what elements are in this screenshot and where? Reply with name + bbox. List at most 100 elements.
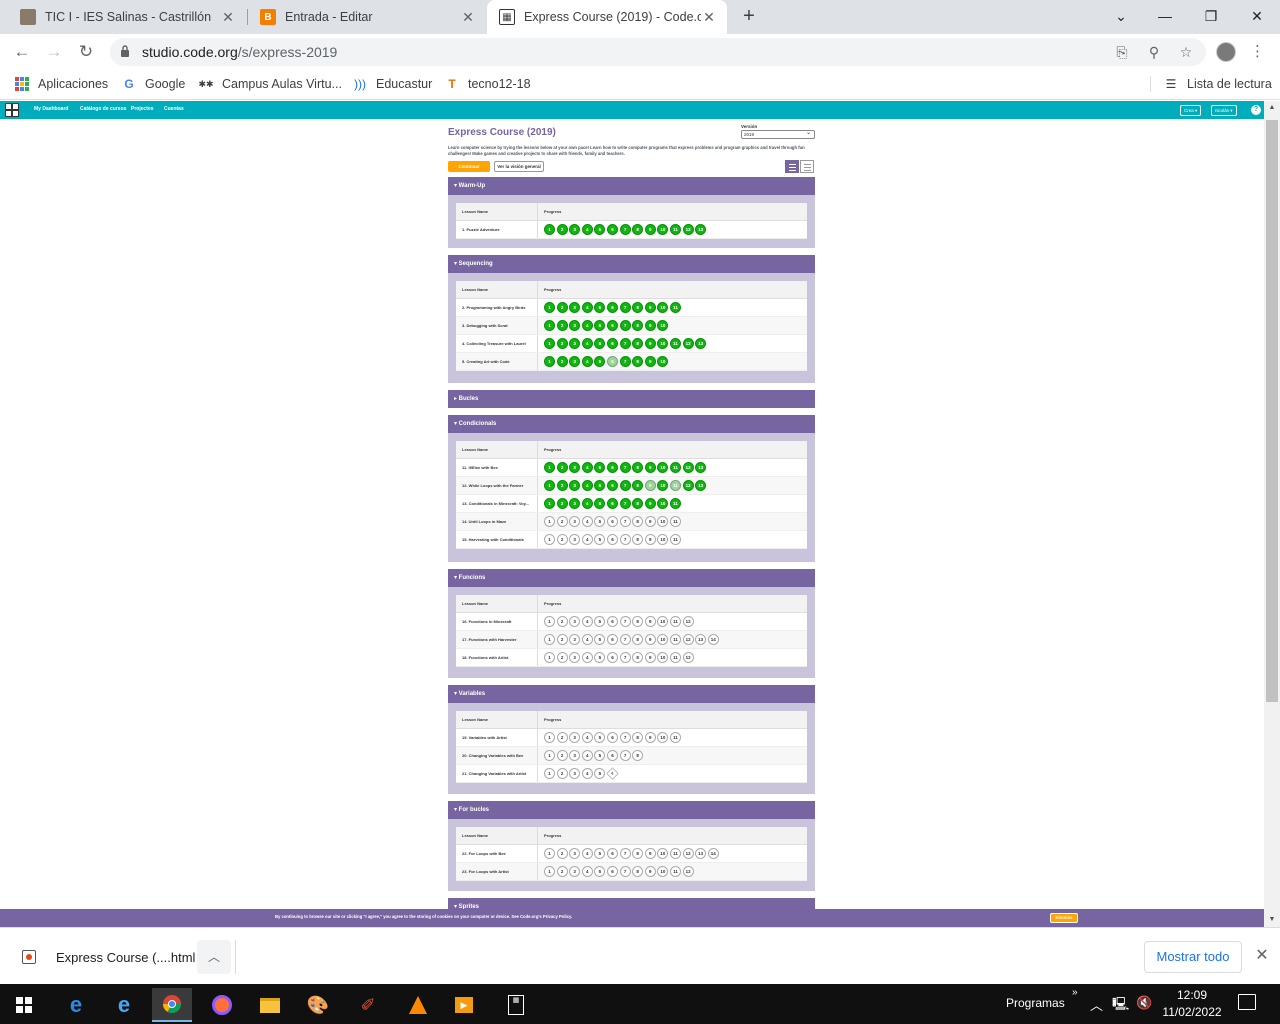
level-bubble[interactable]: 8 <box>632 616 644 627</box>
level-bubble[interactable]: 7 <box>619 866 631 877</box>
level-bubble[interactable]: 8 <box>632 338 644 349</box>
nav-projects[interactable]: Projectes <box>131 106 154 112</box>
level-bubble[interactable]: 5 <box>594 338 606 349</box>
level-bubble[interactable]: 2 <box>556 320 568 331</box>
lesson-name[interactable]: 19. Variables with Artist <box>462 735 536 740</box>
create-button[interactable]: Crea ▾ <box>1180 105 1202 116</box>
level-bubble[interactable]: 12 <box>682 338 694 349</box>
level-bubble[interactable]: 6 <box>607 224 618 235</box>
lesson-name[interactable]: 17. Functions with Harvester <box>462 637 536 642</box>
windows-start-icon[interactable] <box>4 988 44 1022</box>
level-bubble[interactable]: 5 <box>594 302 606 313</box>
level-bubble[interactable]: 6 <box>607 302 618 313</box>
lesson-name[interactable]: 16. Functions in Minecraft <box>462 619 536 624</box>
level-bubble[interactable]: 7 <box>619 534 631 545</box>
level-bubble[interactable]: 10 <box>657 480 669 491</box>
level-bubble[interactable]: 4 <box>581 302 593 313</box>
bookmark-campus[interactable]: ✱✱ Campus Aulas Virtu... <box>198 76 342 92</box>
level-bubble[interactable]: 2 <box>556 732 568 743</box>
level-bubble[interactable]: 9 <box>644 516 656 527</box>
level-bubble[interactable]: 10 <box>657 534 669 545</box>
level-bubble[interactable]: 8 <box>632 224 644 235</box>
edge-legacy-icon[interactable]: e <box>56 988 96 1022</box>
section-header[interactable]: ▸ Bucles <box>448 390 815 408</box>
reload-icon[interactable]: ↻ <box>74 40 98 64</box>
level-bubble[interactable]: 13 <box>695 480 707 491</box>
level-bubble[interactable]: 2 <box>556 498 568 509</box>
level-bubble[interactable]: 3 <box>569 320 581 331</box>
tab-tic[interactable]: TIC I - IES Salinas - Castrillón ✕ <box>8 0 246 34</box>
lesson-name[interactable]: 22. For Loops with Bee <box>462 851 536 856</box>
taskbar-date[interactable]: 11/02/2022 <box>1160 1005 1224 1019</box>
level-bubble[interactable]: 6 <box>607 534 618 545</box>
level-bubble[interactable]: 5 <box>594 768 606 779</box>
level-bubble[interactable]: 2 <box>556 356 568 367</box>
level-bubble[interactable]: 11 <box>670 338 681 349</box>
level-bubble[interactable]: 11 <box>670 516 681 527</box>
level-bubble[interactable]: 10 <box>657 732 669 743</box>
level-bubble[interactable]: 1 <box>544 498 555 509</box>
level-bubble[interactable]: 3 <box>569 534 581 545</box>
lesson-name[interactable]: 5. Creating Art with Code <box>462 359 536 364</box>
level-bubble[interactable]: 7 <box>619 338 631 349</box>
forward-icon[interactable]: → <box>42 40 66 64</box>
tray-overflow-icon[interactable]: ︿ <box>1090 995 1103 1014</box>
level-bubble[interactable]: 4 <box>581 616 593 627</box>
level-bubble[interactable]: 6 <box>607 320 618 331</box>
bookmark-educastur[interactable]: ))) Educastur <box>352 76 432 92</box>
level-bubble[interactable]: 2 <box>556 652 568 663</box>
level-bubble[interactable]: 5 <box>594 848 606 859</box>
level-bubble[interactable]: 5 <box>594 534 606 545</box>
level-bubble[interactable]: 10 <box>657 356 669 367</box>
app-icon[interactable]: ✐ <box>348 988 388 1022</box>
level-bubble[interactable]: 4 <box>581 534 593 545</box>
level-bubble[interactable]: 2 <box>556 768 568 779</box>
level-bubble[interactable]: 10 <box>657 616 669 627</box>
level-bubble[interactable]: 6 <box>607 338 618 349</box>
list-view-toggle[interactable] <box>785 160 799 173</box>
level-bubble[interactable]: 13 <box>695 224 707 235</box>
level-bubble[interactable]: 4 <box>581 498 593 509</box>
volume-muted-icon[interactable]: 🔇 <box>1136 995 1152 1011</box>
zoom-icon[interactable]: ⚲ <box>1144 42 1164 62</box>
level-bubble[interactable]: 12 <box>682 634 694 645</box>
level-bubble[interactable]: 8 <box>632 848 644 859</box>
level-bubble[interactable]: 5 <box>594 616 606 627</box>
level-bubble[interactable]: 7 <box>619 616 631 627</box>
level-bubble[interactable]: 5 <box>594 320 606 331</box>
chevron-up-icon[interactable]: ︿ <box>197 940 231 974</box>
file-explorer-icon[interactable] <box>250 988 290 1022</box>
level-bubble[interactable]: 6 <box>607 480 618 491</box>
level-bubble[interactable]: 7 <box>619 480 631 491</box>
level-bubble[interactable]: 8 <box>632 534 644 545</box>
level-bubble[interactable]: 14 <box>707 848 719 859</box>
level-bubble[interactable]: 1 <box>544 534 555 545</box>
section-header[interactable]: ▾ For bucles <box>448 801 815 819</box>
level-bubble[interactable]: 6 <box>607 866 618 877</box>
level-bubble[interactable]: 10 <box>657 224 669 235</box>
level-bubble[interactable]: 13 <box>695 338 707 349</box>
level-bubble[interactable]: 1 <box>544 480 555 491</box>
level-bubble[interactable]: 5 <box>594 750 606 761</box>
level-bubble[interactable]: 5 <box>594 498 606 509</box>
level-bubble[interactable]: 7 <box>619 356 631 367</box>
level-bubble[interactable]: 5 <box>594 516 606 527</box>
level-bubble[interactable]: 1 <box>544 516 555 527</box>
level-bubble[interactable]: 12 <box>682 480 694 491</box>
network-icon[interactable]: 🖳 <box>1112 995 1129 1017</box>
level-bubble[interactable]: 6 <box>607 848 618 859</box>
cookie-dismiss-button[interactable]: Dismiss <box>1050 913 1078 923</box>
level-bubble[interactable]: 3 <box>569 480 581 491</box>
level-bubble[interactable]: 2 <box>556 338 568 349</box>
translate-icon[interactable]: ⎘ <box>1112 42 1132 62</box>
level-bubble[interactable]: 7 <box>619 320 631 331</box>
level-bubble[interactable]: 12 <box>682 866 694 877</box>
level-bubble[interactable]: 1 <box>544 302 555 313</box>
level-bubble[interactable]: 1 <box>544 320 555 331</box>
level-bubble[interactable]: 8 <box>632 634 644 645</box>
level-bubble[interactable]: 10 <box>657 302 669 313</box>
level-bubble[interactable]: 1 <box>544 848 555 859</box>
lesson-name[interactable]: 15. Harvesting with Conditionals <box>462 537 536 542</box>
level-bubble[interactable]: 3 <box>569 498 581 509</box>
level-bubble[interactable]: 4 <box>581 768 593 779</box>
